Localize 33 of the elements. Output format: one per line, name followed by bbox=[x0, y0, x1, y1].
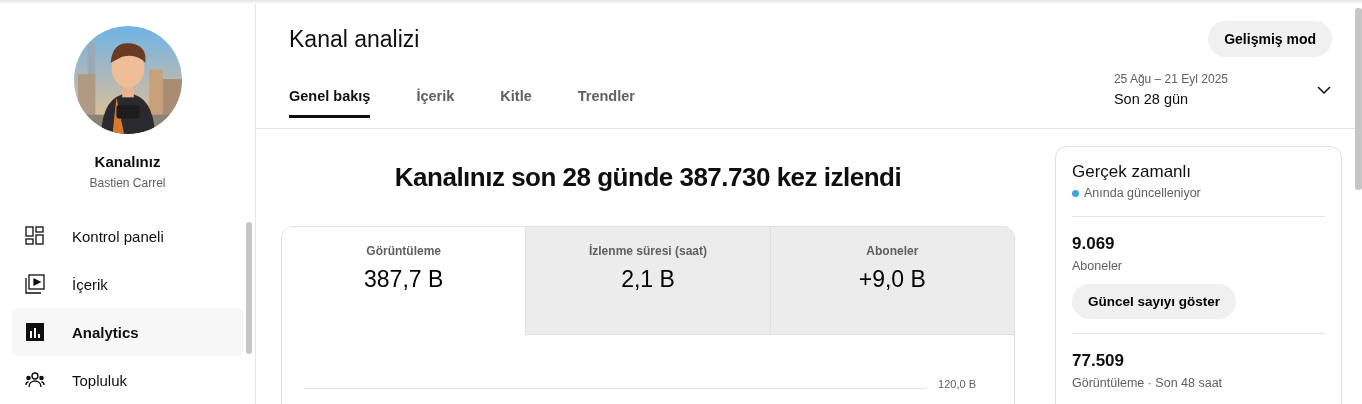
sidebar-item[interactable]: Analytics bbox=[12, 308, 244, 356]
date-range: 25 Ağu – 21 Eyl 2025 bbox=[1113, 72, 1228, 86]
subscriber-count: 9.069 bbox=[1072, 234, 1116, 254]
sidebar-item[interactable]: İçerik bbox=[12, 260, 244, 308]
show-count-button[interactable]: Güncel sayıyı göster bbox=[1072, 284, 1237, 319]
metric-tab[interactable]: Aboneler +9,0 B bbox=[770, 227, 1014, 335]
page-title: Kanal analizi bbox=[289, 26, 421, 54]
period-label: Son 28 gün bbox=[1113, 91, 1190, 107]
metric-tab[interactable]: Görüntüleme 387,7 B bbox=[282, 227, 527, 335]
axis-label: 120,0 B bbox=[938, 378, 976, 390]
sidebar-item[interactable]: Topluluk bbox=[12, 356, 244, 404]
view-count: 77.509 bbox=[1072, 351, 1125, 371]
tab[interactable]: Trendler bbox=[577, 78, 635, 118]
card-title: Gerçek zamanlı bbox=[1072, 162, 1193, 182]
headline: Kanalınız son 28 günde 387.730 kez izlendi bbox=[394, 162, 902, 193]
bar-chart-icon bbox=[25, 322, 45, 342]
status-dot bbox=[1072, 189, 1079, 197]
channel-title: Kanalınız bbox=[94, 153, 161, 170]
people-icon bbox=[25, 370, 45, 390]
tab[interactable]: İçerik bbox=[416, 78, 455, 118]
metric-tab[interactable]: İzlenme süresi (saat) 2,1 B bbox=[526, 227, 771, 335]
sidebar-item[interactable]: Kontrol paneli bbox=[12, 212, 244, 260]
advanced-mode-button[interactable]: Gelişmiş mod bbox=[1208, 21, 1332, 57]
scrollbar[interactable] bbox=[246, 222, 252, 354]
subscriber-label: Aboneler bbox=[1072, 259, 1124, 273]
tab[interactable]: Kitle bbox=[500, 78, 532, 118]
video-library-icon bbox=[25, 274, 45, 294]
status-text: Anında güncelleniyor bbox=[1084, 186, 1201, 200]
tab[interactable]: Genel bakış bbox=[289, 78, 371, 118]
scrollbar[interactable] bbox=[1355, 8, 1362, 190]
channel-name: Bastien Carrel bbox=[89, 176, 166, 190]
view-label: Görüntüleme · Son 48 saat bbox=[1072, 376, 1224, 390]
dashboard-icon bbox=[25, 226, 45, 246]
